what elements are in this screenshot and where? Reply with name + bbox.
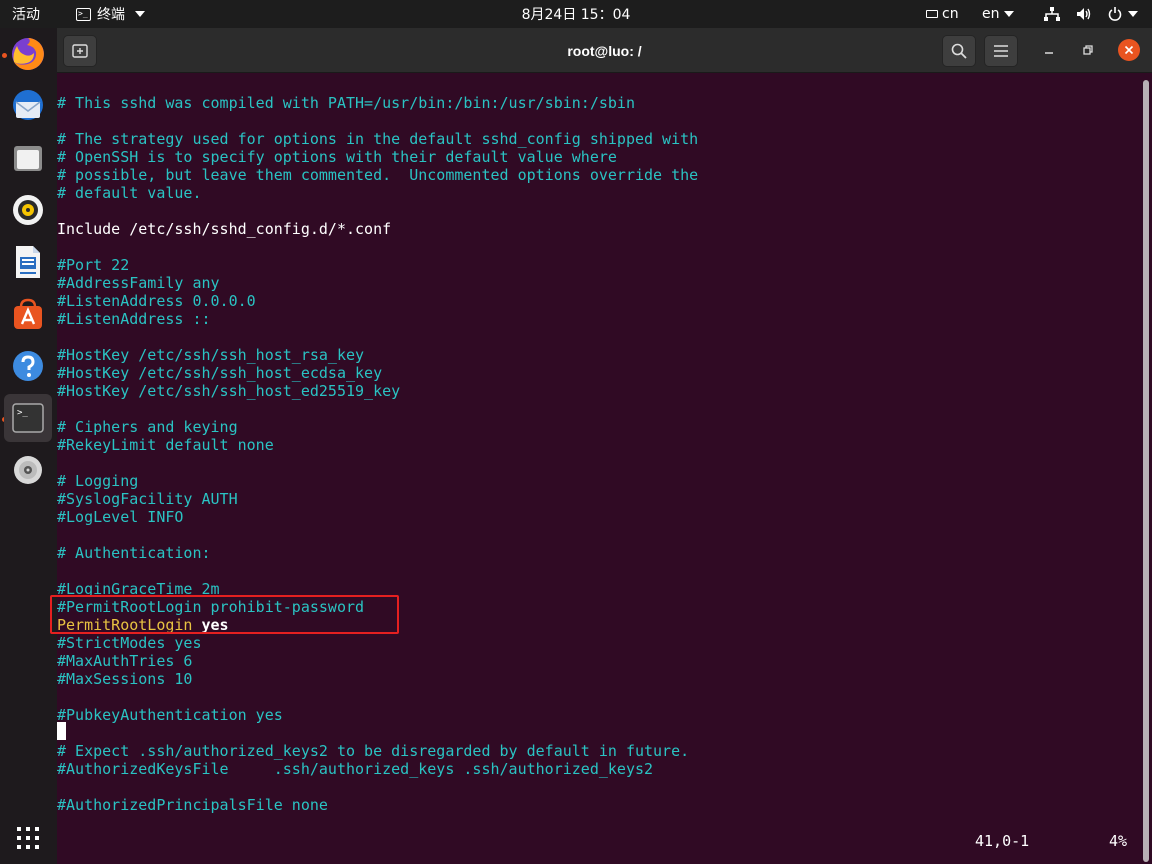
terminal-line: # possible, but leave them commented. Un… <box>57 166 699 184</box>
terminal-line: #HostKey /etc/ssh/ssh_host_ecdsa_key <box>57 364 383 382</box>
app-menu[interactable]: >_ 终端 <box>76 0 145 28</box>
close-button[interactable] <box>1118 39 1140 61</box>
terminal-line: #ListenAddress 0.0.0.0 <box>57 292 256 310</box>
terminal-line: #LogLevel INFO <box>57 508 184 526</box>
new-tab-icon <box>72 44 88 58</box>
restore-icon <box>1083 45 1093 55</box>
cursor-position-status: 41,0-1 <box>975 832 1030 850</box>
power-icon <box>1108 7 1122 21</box>
input-method-label: cn <box>942 6 959 22</box>
terminal-line: # OpenSSH is to specify options with the… <box>57 148 617 166</box>
terminal-line: #HostKey /etc/ssh/ssh_host_ed25519_key <box>57 382 401 400</box>
svg-text:>_: >_ <box>17 408 28 418</box>
chevron-down-icon <box>135 11 145 17</box>
terminal-content[interactable]: # This sshd was compiled with PATH=/usr/… <box>50 74 1139 864</box>
app-menu-label: 终端 <box>97 7 125 23</box>
terminal-line: #AuthorizedKeysFile .ssh/authorized_keys… <box>57 760 654 778</box>
terminal-line: #StrictModes yes <box>57 634 202 652</box>
terminal-line: #HostKey /etc/ssh/ssh_host_rsa_key <box>57 346 365 364</box>
show-apps-icon <box>17 827 39 849</box>
minimize-button[interactable] <box>1038 39 1060 61</box>
menu-button[interactable] <box>984 35 1018 67</box>
terminal-line: #RekeyLimit default none <box>57 436 274 454</box>
search-button[interactable] <box>942 35 976 67</box>
text-cursor <box>57 722 66 740</box>
minimize-icon <box>1045 52 1053 54</box>
dock-thunderbird[interactable] <box>4 82 52 130</box>
terminal-app-icon: >_ <box>76 7 91 21</box>
dock-help[interactable] <box>4 342 52 390</box>
rhythmbox-icon <box>13 195 43 225</box>
dock-dvd[interactable] <box>4 446 52 494</box>
terminal-line: #AddressFamily any <box>57 274 220 292</box>
dock: >_ <box>0 28 57 864</box>
terminal-line: # This sshd was compiled with PATH=/usr/… <box>57 94 635 112</box>
input-method-indicator[interactable]: cn <box>926 0 959 28</box>
terminal-line: # Ciphers and keying <box>57 418 238 436</box>
dock-show-apps[interactable] <box>4 814 52 862</box>
chevron-down-icon <box>1003 11 1014 17</box>
terminal-line: #MaxSessions 10 <box>57 670 193 688</box>
clock: 8月24日 15：04 <box>0 0 1152 28</box>
search-icon <box>951 43 967 59</box>
terminal-line: # Expect .ssh/authorized_keys2 to be dis… <box>57 742 690 760</box>
firefox-icon <box>12 38 44 70</box>
system-menu[interactable] <box>1044 0 1138 28</box>
clock-label[interactable]: 8月24日 15：04 <box>522 4 631 24</box>
terminal-header-bar: root@luo: / <box>57 28 1152 73</box>
dock-rhythmbox[interactable] <box>4 186 52 234</box>
highlight-annotation-box <box>50 595 399 634</box>
terminal-line: #AuthorizedPrincipalsFile none <box>57 796 328 814</box>
language-label: en <box>982 6 1000 22</box>
terminal-line: # Logging <box>57 472 139 490</box>
terminal-line: #Port 22 <box>57 256 130 274</box>
dock-firefox[interactable] <box>4 30 52 78</box>
top-bar: 活动 >_ 终端 8月24日 15：04 cn en <box>0 0 1152 28</box>
dvd-icon <box>14 456 42 484</box>
terminal-icon: >_ <box>12 403 44 433</box>
close-icon <box>1124 45 1134 55</box>
ubuntu-software-icon <box>14 298 42 329</box>
network-icon <box>1044 7 1060 21</box>
scrollbar-thumb[interactable] <box>1143 80 1149 862</box>
maximize-button[interactable] <box>1077 39 1099 61</box>
terminal-line: # The strategy used for options in the d… <box>57 130 699 148</box>
chevron-down-icon <box>1128 11 1138 17</box>
terminal-line: Include /etc/ssh/sshd_config.d/*.conf <box>57 220 392 238</box>
files-icon <box>14 146 42 171</box>
dock-files[interactable] <box>4 134 52 182</box>
terminal-line: #MaxAuthTries 6 <box>57 652 193 670</box>
hamburger-icon <box>994 45 1008 57</box>
power-menu <box>1108 7 1138 21</box>
dock-terminal[interactable]: >_ <box>4 394 52 442</box>
terminal-line: #PubkeyAuthentication yes <box>57 706 283 724</box>
terminal-line: # Authentication: <box>57 544 211 562</box>
terminal-line: # default value. <box>57 184 202 202</box>
libreoffice-writer-icon <box>16 246 40 278</box>
scroll-percent-status: 4% <box>1109 832 1128 850</box>
thunderbird-icon <box>13 90 43 120</box>
dock-ubuntu-software[interactable] <box>4 290 52 338</box>
dock-writer[interactable] <box>4 238 52 286</box>
activities-button[interactable]: 活动 <box>12 0 40 28</box>
volume-icon <box>1077 8 1091 20</box>
terminal-line: #ListenAddress :: <box>57 310 211 328</box>
language-menu[interactable]: en <box>982 0 1014 28</box>
keyboard-icon <box>926 10 938 18</box>
terminal-line: #SyslogFacility AUTH <box>57 490 238 508</box>
scrollbar[interactable] <box>1139 74 1152 864</box>
new-tab-button[interactable] <box>63 35 97 67</box>
help-icon <box>13 351 43 381</box>
